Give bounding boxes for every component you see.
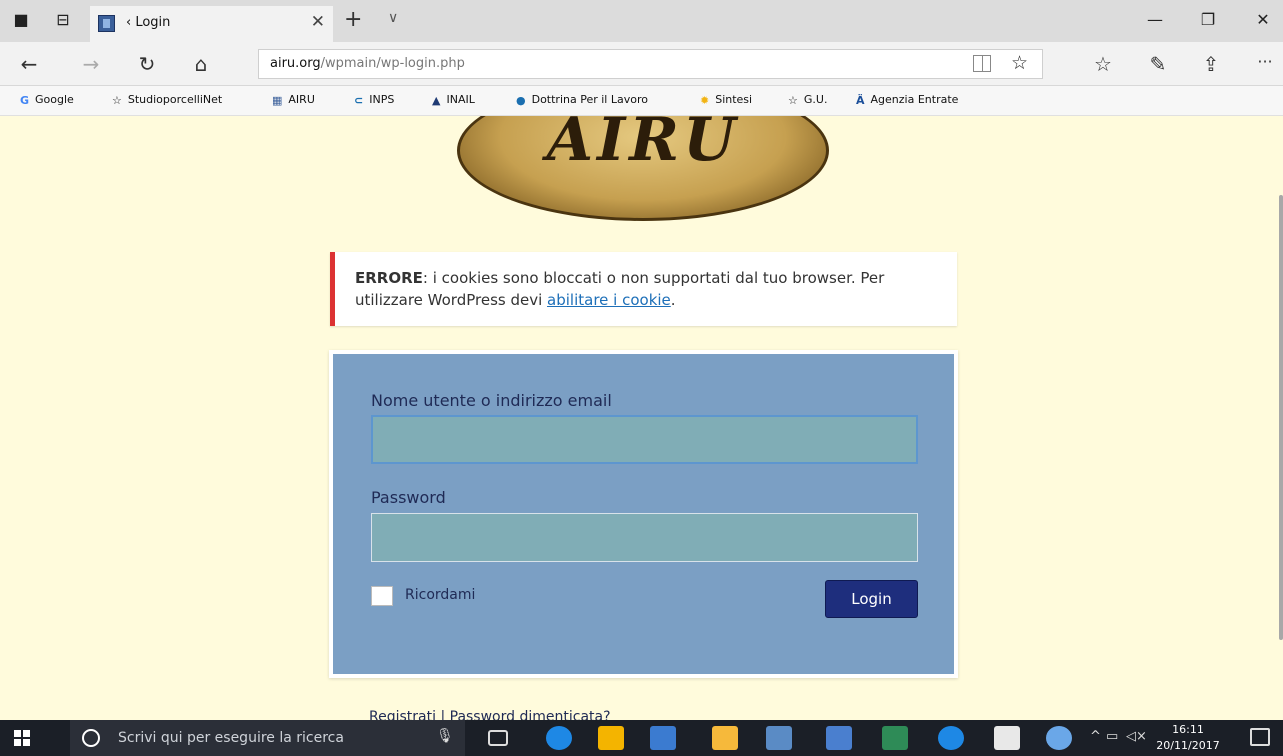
google-icon: G xyxy=(20,94,30,107)
photos-icon[interactable] xyxy=(712,726,738,750)
new-tab-icon[interactable]: + xyxy=(344,7,362,32)
bookmark-inps[interactable]: ⊂ INPS xyxy=(354,93,394,107)
username-label: Nome utente o indirizzo email xyxy=(371,391,612,410)
window-close-icon[interactable]: ✕ xyxy=(1248,10,1278,29)
login-panel: Nome utente o indirizzo email Password R… xyxy=(333,354,954,674)
enable-cookies-link[interactable]: abilitare i cookie xyxy=(547,291,671,309)
search-placeholder: Scrivi qui per eseguire la ricerca xyxy=(118,730,344,746)
star-icon: ☆ xyxy=(788,94,798,107)
cortana-icon xyxy=(82,729,100,747)
notification-icon[interactable] xyxy=(1250,728,1270,746)
close-icon[interactable]: ✕ xyxy=(311,12,325,32)
login-button[interactable]: Login xyxy=(825,580,918,618)
bookmark-airu[interactable]: ▦ AIRU xyxy=(272,93,315,107)
agenzia-entrate-icon: Ä xyxy=(856,94,865,107)
bookmark-sintesi[interactable]: ✹ Sintesi xyxy=(700,93,752,107)
address-url: airu.org/wpmain/wp-login.php xyxy=(270,56,465,71)
tab-title: ‹ Login xyxy=(126,15,171,30)
address-bar[interactable]: airu.org/wpmain/wp-login.php ☆ xyxy=(258,49,1043,79)
airu-icon: ▦ xyxy=(272,94,283,107)
home-icon[interactable]: ⌂ xyxy=(188,52,214,76)
star-icon: ☆ xyxy=(112,94,122,107)
network-icon[interactable]: ▭ xyxy=(1106,729,1118,744)
remember-me-label[interactable]: Ricordami xyxy=(405,587,475,603)
more-icon[interactable]: ··· xyxy=(1252,52,1278,71)
pen-icon[interactable]: ✎ xyxy=(1145,52,1171,76)
inail-icon: ▲ xyxy=(432,94,441,107)
password-input[interactable] xyxy=(371,513,918,562)
bookmark-gu[interactable]: ☆ G.U. xyxy=(788,93,827,107)
app-icon-3[interactable] xyxy=(1046,726,1072,750)
tab-login[interactable]: ‹ Login ✕ xyxy=(90,6,333,42)
taskbar: Scrivi qui per eseguire la ricerca 🎙 ^ ▭… xyxy=(0,720,1283,756)
login-form: Nome utente o indirizzo email Password R… xyxy=(329,350,958,678)
microphone-icon[interactable]: 🎙 xyxy=(436,728,454,744)
bookmark-dottrina[interactable]: ● Dottrina Per il Lavoro xyxy=(516,93,648,107)
edge-icon[interactable] xyxy=(546,726,572,750)
favorites-bar: G Google ☆ StudioporcelliNet ▦ AIRU ⊂ INPS ▲… xyxy=(0,86,1283,116)
forward-icon[interactable]: → xyxy=(78,52,104,76)
pin-icon: ● xyxy=(516,94,526,107)
share-icon[interactable]: ⇪ xyxy=(1198,52,1224,76)
airu-favicon-icon xyxy=(98,15,115,32)
tab-bar: ■ ⊟ ‹ Login ✕ + ∨ — ❐ ✕ xyxy=(0,0,1283,42)
logo-area: AIRU xyxy=(0,116,1283,226)
mail-icon[interactable] xyxy=(994,726,1020,750)
tab-preview-icon[interactable]: ⊟ xyxy=(52,10,74,30)
remember-me-checkbox[interactable] xyxy=(371,586,393,606)
reading-view-icon[interactable] xyxy=(973,55,991,72)
error-message: ERRORE: i cookies sono bloccati o non su… xyxy=(355,269,885,309)
app-icon[interactable] xyxy=(766,726,792,750)
favorites-hub-icon[interactable]: ☆ xyxy=(1090,52,1116,76)
bookmark-agenzia-entrate[interactable]: Ä Agenzia Entrate xyxy=(856,93,958,107)
username-input[interactable] xyxy=(371,415,918,464)
scrollbar-thumb[interactable] xyxy=(1279,195,1283,640)
bookmark-google[interactable]: G Google xyxy=(20,93,74,107)
error-notice: ERRORE: i cookies sono bloccati o non su… xyxy=(330,252,957,326)
internet-explorer-icon[interactable] xyxy=(938,726,964,750)
clock[interactable]: 16:11 20/11/2017 xyxy=(1148,722,1228,754)
file-explorer-icon[interactable] xyxy=(598,726,624,750)
navigation-bar: ← → ↻ ⌂ airu.org/wpmain/wp-login.php ☆ ☆… xyxy=(0,42,1283,86)
logo-text: AIRU xyxy=(546,116,740,175)
bookmark-studioporcellinet[interactable]: ☆ StudioporcelliNet xyxy=(112,93,222,107)
airu-logo[interactable]: AIRU xyxy=(457,116,829,221)
chevron-down-icon[interactable]: ∨ xyxy=(388,10,398,26)
chevron-up-icon[interactable]: ^ xyxy=(1090,729,1101,744)
excel-icon[interactable] xyxy=(882,726,908,750)
taskbar-search[interactable]: Scrivi qui per eseguire la ricerca 🎙 xyxy=(70,720,465,756)
inps-icon: ⊂ xyxy=(354,94,364,107)
back-icon[interactable]: ← xyxy=(16,52,42,76)
refresh-icon[interactable]: ↻ xyxy=(134,52,160,76)
task-view-icon[interactable] xyxy=(488,730,508,746)
password-label: Password xyxy=(371,488,446,507)
favorite-star-icon[interactable]: ☆ xyxy=(1011,52,1028,74)
app-icon-2[interactable] xyxy=(826,726,852,750)
windows-start-icon[interactable] xyxy=(14,730,30,746)
restore-icon[interactable]: ❐ xyxy=(1193,10,1223,29)
store-icon[interactable] xyxy=(650,726,676,750)
bookmark-inail[interactable]: ▲ INAIL xyxy=(432,93,475,107)
minimize-icon[interactable]: — xyxy=(1140,10,1170,29)
volume-icon[interactable]: ◁× xyxy=(1126,729,1147,744)
tab-set-aside-icon[interactable]: ■ xyxy=(10,10,32,30)
sun-icon: ✹ xyxy=(700,94,710,107)
